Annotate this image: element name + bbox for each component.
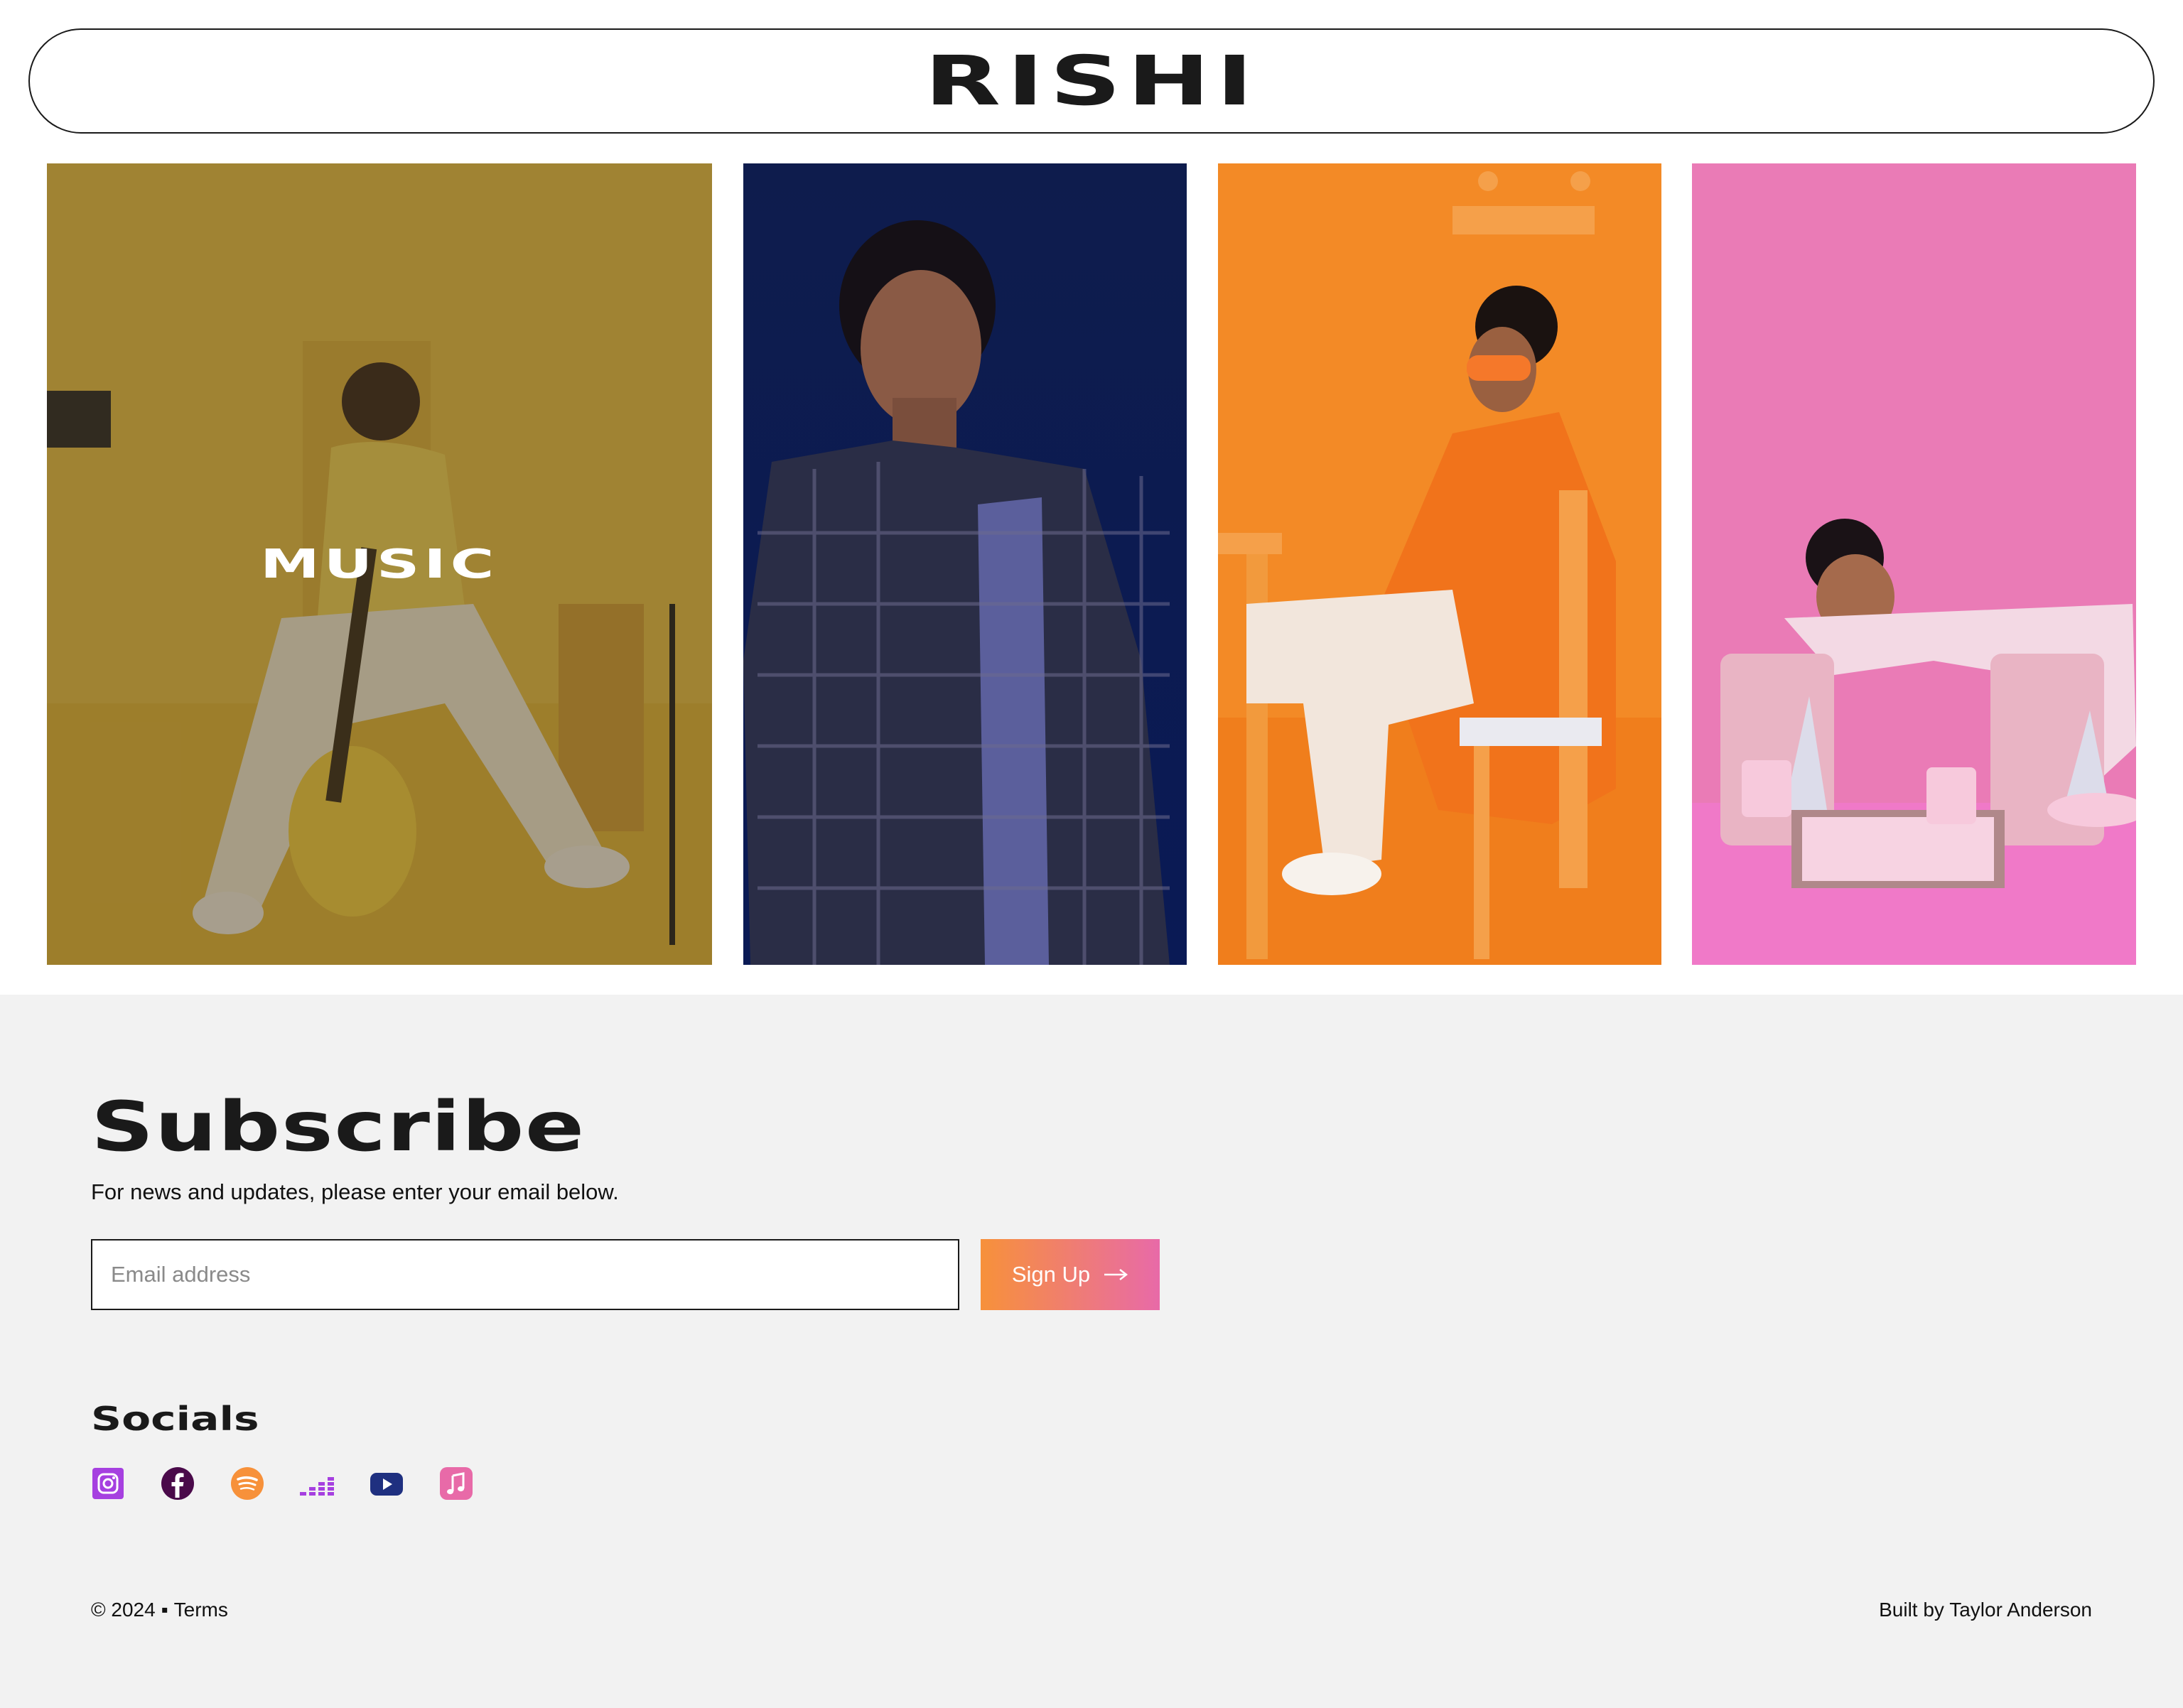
sign-up-button[interactable]: Sign Up bbox=[981, 1239, 1160, 1310]
built-by-link[interactable]: Built by Taylor Anderson bbox=[1879, 1599, 2092, 1621]
photo-gallery: MUSIC bbox=[0, 163, 2183, 965]
deezer-icon[interactable] bbox=[300, 1466, 334, 1501]
terms-link[interactable]: Terms bbox=[174, 1599, 228, 1621]
gallery-tile-music[interactable]: MUSIC bbox=[47, 163, 712, 965]
sign-up-label: Sign Up bbox=[1011, 1262, 1091, 1287]
youtube-icon[interactable] bbox=[370, 1466, 404, 1501]
orange-room-photo bbox=[1218, 163, 1661, 965]
spotify-icon[interactable] bbox=[230, 1466, 264, 1501]
instagram-icon[interactable] bbox=[91, 1466, 125, 1501]
music-label: MUSIC bbox=[260, 541, 499, 588]
gallery-tile-pink-party[interactable] bbox=[1692, 163, 2136, 965]
copyright: © 2024 ▪ Terms bbox=[91, 1599, 228, 1621]
gallery-tile-orange-room[interactable] bbox=[1218, 163, 1661, 965]
socials-title: Socials bbox=[91, 1400, 259, 1438]
subscribe-description: For news and updates, please enter your … bbox=[91, 1179, 619, 1204]
facebook-icon[interactable] bbox=[161, 1466, 195, 1501]
social-icons bbox=[91, 1466, 473, 1501]
site-logo[interactable]: RISHI bbox=[924, 47, 1258, 115]
gallery-tile-blue-portrait[interactable] bbox=[743, 163, 1187, 965]
pink-party-photo bbox=[1692, 163, 2136, 965]
built-by-credit: Built by Taylor Anderson bbox=[1879, 1599, 2092, 1621]
footer-section: Subscribe For news and updates, please e… bbox=[0, 995, 2183, 1708]
blue-portrait-photo bbox=[743, 163, 1187, 965]
apple-music-icon[interactable] bbox=[439, 1466, 473, 1501]
arrow-right-icon bbox=[1104, 1269, 1128, 1280]
email-field[interactable] bbox=[91, 1239, 959, 1310]
copyright-text: © 2024 bbox=[91, 1599, 156, 1621]
site-header: RISHI bbox=[28, 28, 2155, 134]
subscribe-title: Subscribe bbox=[91, 1087, 586, 1167]
footer-separator: ▪ bbox=[161, 1599, 168, 1621]
music-overlay: MUSIC bbox=[47, 163, 712, 965]
